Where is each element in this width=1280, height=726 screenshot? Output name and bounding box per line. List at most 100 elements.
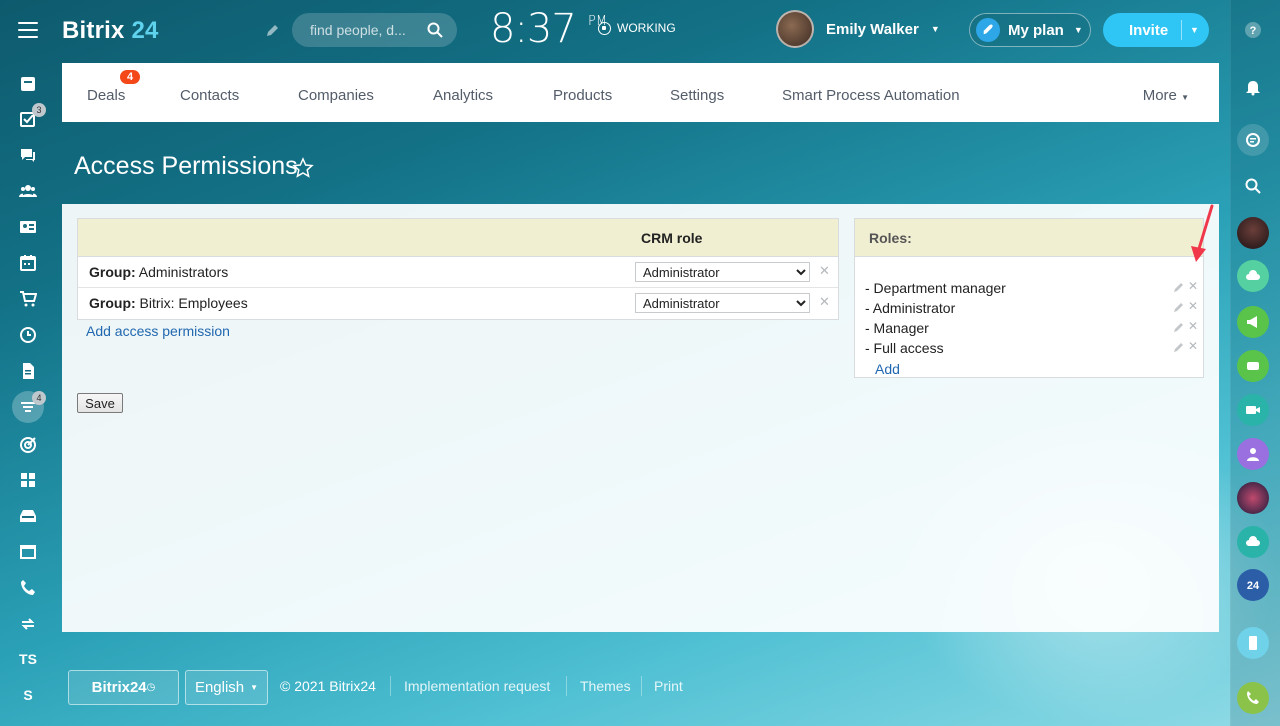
crm-filter-icon[interactable]: 4 xyxy=(12,391,46,423)
user-menu[interactable]: Emily Walker ▼ xyxy=(776,10,940,48)
phone-icon[interactable] xyxy=(12,574,44,602)
tab-settings[interactable]: Settings xyxy=(670,87,724,104)
chevron-down-icon: ▼ xyxy=(250,683,259,692)
tab-deals[interactable]: Deals 4 xyxy=(87,70,141,104)
cart-icon[interactable] xyxy=(12,285,44,313)
language-label: English xyxy=(194,679,245,696)
chevron-down-icon: ▼ xyxy=(1181,93,1189,102)
tasks-badge: 3 xyxy=(32,103,46,117)
feed-icon[interactable] xyxy=(12,70,44,98)
role-name[interactable]: - Manager xyxy=(865,320,929,336)
sidebar-item-ts[interactable]: TS xyxy=(12,645,44,673)
help-icon[interactable]: ? xyxy=(1237,14,1269,46)
document-icon[interactable] xyxy=(12,357,44,385)
contact-avatar[interactable] xyxy=(1237,217,1269,249)
tasks-icon[interactable]: 3 xyxy=(12,103,46,133)
edit-icon[interactable] xyxy=(1173,322,1184,333)
edit-icon[interactable] xyxy=(1173,302,1184,313)
hamburger-menu-icon[interactable] xyxy=(18,22,38,40)
footer-bitrix-logo[interactable]: Bitrix24 ◷ xyxy=(68,670,179,705)
add-role-link[interactable]: Add xyxy=(875,361,900,377)
clock-logo-icon: ◷ xyxy=(146,682,156,693)
contact-card-icon[interactable] xyxy=(12,213,44,241)
tab-analytics[interactable]: Analytics xyxy=(433,87,493,104)
star-icon[interactable] xyxy=(292,157,314,179)
tab-contacts[interactable]: Contacts xyxy=(180,87,239,104)
video-call-icon[interactable] xyxy=(1237,394,1269,426)
inbox-icon[interactable] xyxy=(12,502,44,530)
mobile-icon[interactable] xyxy=(1237,627,1269,659)
save-button[interactable]: Save xyxy=(77,393,123,413)
target-icon[interactable] xyxy=(12,431,44,459)
bitrix24-icon[interactable]: 24 xyxy=(1237,569,1269,601)
group-cell: Group: Bitrix: Employees xyxy=(89,295,248,311)
chevron-down-icon[interactable]: ▼ xyxy=(1182,25,1199,35)
search-icon[interactable] xyxy=(427,22,443,38)
page-title: Access Permissions xyxy=(74,152,298,180)
role-name[interactable]: - Full access xyxy=(865,340,944,356)
implementation-request-link[interactable]: Implementation request xyxy=(404,678,550,694)
crm-role-select[interactable]: Administrator xyxy=(635,293,810,313)
list-item: - Department manager ✕ xyxy=(865,279,1199,300)
bitrix-logo[interactable]: Bitrix 24 xyxy=(62,17,159,45)
window-icon[interactable] xyxy=(12,538,44,566)
search-icon[interactable] xyxy=(1237,170,1269,202)
crm-role-column-header: CRM role xyxy=(641,230,703,246)
bell-icon[interactable] xyxy=(1237,72,1269,104)
delete-icon[interactable]: ✕ xyxy=(1188,339,1198,353)
crm-role-select[interactable]: Administrator xyxy=(635,262,810,282)
copyright-text: © 2021 Bitrix24 xyxy=(280,678,376,694)
my-plan-button[interactable]: My plan ▼ xyxy=(969,13,1091,47)
roles-panel: Roles: - Department manager ✕ - Administ… xyxy=(854,218,1204,378)
messenger-icon[interactable] xyxy=(1237,124,1269,156)
table-row: Group: Administrators Administrator ✕ xyxy=(78,257,838,288)
sync-icon[interactable] xyxy=(12,610,44,638)
role-name[interactable]: - Administrator xyxy=(865,300,955,316)
role-name[interactable]: - Department manager xyxy=(865,280,1006,296)
edit-icon[interactable] xyxy=(1173,342,1184,353)
tab-deals-label: Deals xyxy=(87,87,126,104)
filter-badge: 4 xyxy=(32,391,46,405)
search-box[interactable] xyxy=(292,13,457,47)
video-chat-icon[interactable] xyxy=(1237,350,1269,382)
language-selector[interactable]: English ▼ xyxy=(185,670,268,705)
sidebar-item-s[interactable]: S xyxy=(12,681,44,709)
delete-icon[interactable]: ✕ xyxy=(1188,279,1198,293)
group-avatar[interactable] xyxy=(1237,482,1269,514)
chat-icon[interactable] xyxy=(12,141,44,169)
right-sidebar: ? 24 xyxy=(1230,0,1280,726)
edit-icon[interactable] xyxy=(1173,282,1184,293)
phone-call-icon[interactable] xyxy=(1237,682,1269,714)
logo-text: Bitrix xyxy=(62,17,125,44)
clock-icon[interactable] xyxy=(12,321,44,349)
delete-icon[interactable]: ✕ xyxy=(1188,319,1198,333)
cloud-icon[interactable] xyxy=(1237,260,1269,292)
add-access-permission-link[interactable]: Add access permission xyxy=(86,323,230,339)
more-tabs-button[interactable]: More ▼ xyxy=(1143,87,1189,104)
apps-grid-icon[interactable] xyxy=(12,466,44,494)
work-status[interactable]: WORKING xyxy=(598,21,676,35)
remove-permission-icon[interactable]: ✕ xyxy=(819,294,830,310)
roles-header: Roles: xyxy=(855,219,1203,257)
print-link[interactable]: Print xyxy=(654,678,683,694)
invite-button[interactable]: Invite ▼ xyxy=(1103,13,1209,47)
tab-companies[interactable]: Companies xyxy=(298,87,374,104)
crm-nav-tabs: Deals 4 Contacts Companies Analytics Pro… xyxy=(62,63,1219,122)
tab-products[interactable]: Products xyxy=(553,87,612,104)
calendar-icon[interactable] xyxy=(12,249,44,277)
footer-logo-text: Bitrix24 xyxy=(91,679,147,696)
themes-link[interactable]: Themes xyxy=(580,678,631,694)
user-icon[interactable] xyxy=(1237,438,1269,470)
remove-permission-icon[interactable]: ✕ xyxy=(819,263,830,279)
user-name: Emily Walker xyxy=(826,20,919,38)
pencil-icon[interactable] xyxy=(265,24,279,38)
megaphone-icon[interactable] xyxy=(1237,306,1269,338)
delete-icon[interactable]: ✕ xyxy=(1188,299,1198,313)
employees-icon[interactable] xyxy=(12,177,44,205)
cloud-icon[interactable] xyxy=(1237,526,1269,558)
logo-number: 24 xyxy=(131,17,159,44)
tab-smart-process-automation[interactable]: Smart Process Automation xyxy=(782,87,960,104)
search-input[interactable] xyxy=(310,22,420,38)
rocket-icon xyxy=(976,18,1000,42)
clock[interactable]: 8:37 PM xyxy=(490,6,607,52)
